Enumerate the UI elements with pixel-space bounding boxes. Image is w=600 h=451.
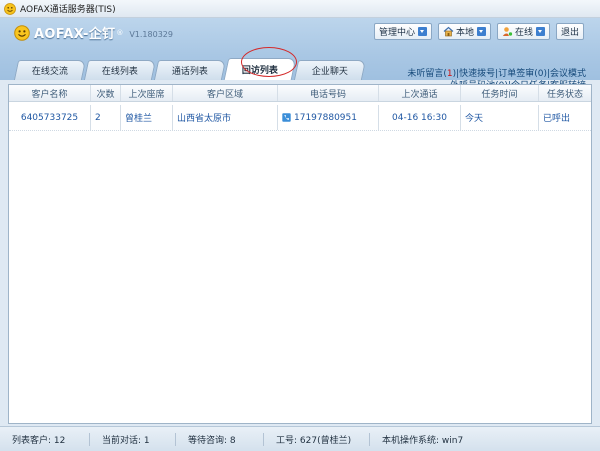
home-icon <box>443 26 454 37</box>
status-agent-id: 工号: 627(曾桂兰) <box>264 432 370 446</box>
task-time-cell: 今天 <box>461 105 539 130</box>
column-header[interactable]: 电话号码 <box>278 85 379 101</box>
voicemail-link-prefix[interactable]: 未听留言( <box>407 69 447 79</box>
dropdown-arrow-icon[interactable] <box>535 27 545 36</box>
callback-table: 客户名称 次数 上次座席 客户区域 电话号码 上次通话 任务时间 任务状态 64… <box>8 84 592 424</box>
local-button[interactable]: 本地 <box>437 23 491 40</box>
manage-center-label: 管理中心 <box>378 28 415 38</box>
column-header[interactable]: 上次座席 <box>121 85 173 101</box>
registered-mark: ® <box>116 28 124 37</box>
tab-label: 通话列表 <box>171 67 208 77</box>
tab-call-list[interactable]: 通话列表 <box>153 60 227 80</box>
user-status-icon <box>502 27 513 37</box>
dropdown-arrow-icon[interactable] <box>476 27 486 36</box>
dropdown-arrow-icon[interactable] <box>417 27 427 36</box>
tab-label: 企业聊天 <box>311 67 348 77</box>
phone-number[interactable]: 17197880951 <box>294 113 357 123</box>
table-row[interactable]: 6405733725 2 曾桂兰 山西省太原市 17197880951 04-1… <box>9 105 591 131</box>
count-cell: 2 <box>91 105 121 130</box>
column-header[interactable]: 客户名称 <box>9 85 91 101</box>
smiley-logo-icon <box>14 24 30 41</box>
tab-online-chat[interactable]: 在线交流 <box>13 60 87 80</box>
manage-center-button[interactable]: 管理中心 <box>373 23 432 40</box>
tab-label: 在线列表 <box>101 67 138 77</box>
local-label: 本地 <box>455 28 474 38</box>
tab-online-list[interactable]: 在线列表 <box>83 60 157 80</box>
tab-bar: 在线交流 在线列表 通话列表 回访列表 企业聊天 <box>13 58 367 80</box>
column-header[interactable]: 上次通话 <box>379 85 461 101</box>
status-current-dialogs: 当前对话: 1 <box>90 432 176 446</box>
status-list-customers: 列表客户: 12 <box>0 432 90 446</box>
quick-links-line1[interactable]: 未听留言(1)|快速拨号|订单签审(0)|会议模式 <box>407 68 586 80</box>
version-label: V1.180329 <box>129 30 173 39</box>
last-call-cell: 04-16 16:30 <box>379 105 461 130</box>
tab-enterprise-chat[interactable]: 企业聊天 <box>293 60 367 80</box>
phone-cell[interactable]: 17197880951 <box>278 105 379 130</box>
app-header: AOFAX-企钉 ® V1.180329 管理中心 本地 在线 退出 在线交流 … <box>0 18 600 91</box>
quick-links-text[interactable]: )|快速拨号|订单签审(0)|会议模式 <box>453 69 586 79</box>
column-header[interactable]: 客户区域 <box>173 85 278 101</box>
highlight-circle-annotation <box>241 47 297 77</box>
window-title: AOFAX通话服务器(TIS) <box>20 5 116 15</box>
brand-name: AOFAX-企钉 <box>34 27 116 42</box>
exit-label: 退出 <box>560 28 579 38</box>
column-header[interactable]: 任务状态 <box>539 85 591 101</box>
online-status-button[interactable]: 在线 <box>496 23 550 40</box>
status-bar: 列表客户: 12 当前对话: 1 等待咨询: 8 工号: 627(曾桂兰) 本机… <box>0 426 600 451</box>
top-toolbar: 管理中心 本地 在线 退出 <box>373 23 584 40</box>
region-cell: 山西省太原市 <box>173 105 278 130</box>
table-header: 客户名称 次数 上次座席 客户区域 电话号码 上次通话 任务时间 任务状态 <box>9 85 591 102</box>
smiley-app-icon <box>4 2 16 15</box>
status-waiting: 等待咨询: 8 <box>176 432 264 446</box>
task-status-cell: 已呼出 <box>543 114 571 124</box>
exit-button[interactable]: 退出 <box>555 23 584 40</box>
brand: AOFAX-企钉 ® V1.180329 <box>14 23 173 42</box>
last-agent-cell: 曾桂兰 <box>121 105 173 130</box>
online-label: 在线 <box>514 28 533 38</box>
status-os: 本机操作系统: win7 <box>382 435 464 446</box>
column-header[interactable]: 次数 <box>91 85 121 101</box>
tab-label: 在线交流 <box>31 67 68 77</box>
title-bar: AOFAX通话服务器(TIS) <box>0 0 600 18</box>
phone-icon[interactable] <box>282 113 291 122</box>
column-header[interactable]: 任务时间 <box>461 85 539 101</box>
customer-name-cell[interactable]: 6405733725 <box>9 105 91 130</box>
